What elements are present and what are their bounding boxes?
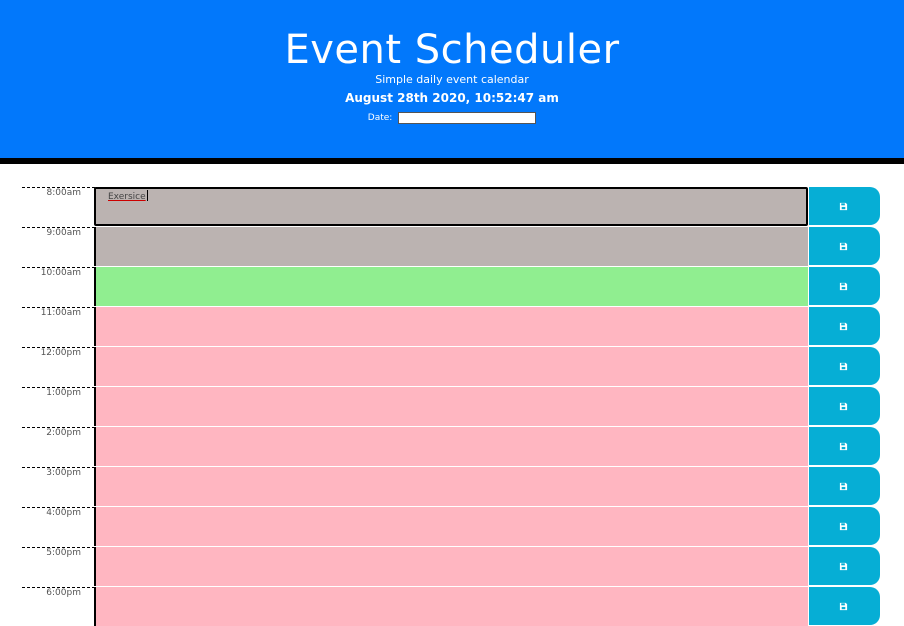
time-block-row: 8:00am Exersice <box>0 186 904 226</box>
event-textarea[interactable] <box>94 267 808 306</box>
hour-label: 9:00am <box>22 227 95 266</box>
time-block-row: 2:00pm <box>0 426 904 466</box>
event-textarea[interactable] <box>94 547 808 586</box>
save-icon <box>839 202 848 211</box>
hour-label: 10:00am <box>22 267 95 306</box>
event-textarea[interactable] <box>94 427 808 466</box>
hour-label: 11:00am <box>22 307 95 346</box>
save-icon <box>839 562 848 571</box>
save-button[interactable] <box>809 187 880 225</box>
save-button[interactable] <box>809 227 880 265</box>
save-icon <box>839 322 848 331</box>
save-button[interactable] <box>809 467 880 505</box>
save-icon <box>839 442 848 451</box>
save-button[interactable] <box>809 387 880 425</box>
save-icon <box>839 242 848 251</box>
time-block-list: 8:00am Exersice 9:00am 10:00am 11:00am 12:00p… <box>0 186 904 626</box>
save-icon <box>839 602 848 611</box>
time-block-row: 11:00am <box>0 306 904 346</box>
event-textarea[interactable] <box>94 467 808 506</box>
event-textarea[interactable] <box>94 227 808 266</box>
save-icon <box>839 522 848 531</box>
hour-label: 1:00pm <box>22 387 95 426</box>
event-textarea[interactable] <box>94 347 808 386</box>
time-block-row: 6:00pm <box>0 586 904 626</box>
event-textarea[interactable] <box>94 307 808 346</box>
current-datetime: August 28th 2020, 10:52:47 am <box>345 91 559 105</box>
save-button[interactable] <box>809 347 880 385</box>
page-title: Event Scheduler <box>284 27 620 73</box>
save-icon <box>839 282 848 291</box>
time-block-row: 12:00pm <box>0 346 904 386</box>
page-header: Event Scheduler Simple daily event calen… <box>0 0 904 164</box>
time-block-row: 3:00pm <box>0 466 904 506</box>
save-button[interactable] <box>809 307 880 345</box>
date-input[interactable] <box>398 112 537 124</box>
save-button[interactable] <box>809 427 880 465</box>
save-button[interactable] <box>809 267 880 305</box>
hour-label: 12:00pm <box>22 347 95 386</box>
save-icon <box>839 362 848 371</box>
time-block-row: 10:00am <box>0 266 904 306</box>
time-block-row: 9:00am <box>0 226 904 266</box>
hour-label: 5:00pm <box>22 547 95 586</box>
page-subtitle: Simple daily event calendar <box>375 73 529 86</box>
time-block-row: 4:00pm <box>0 506 904 546</box>
date-label: Date: <box>367 113 393 123</box>
hour-label: 4:00pm <box>22 507 95 546</box>
save-icon <box>839 402 848 411</box>
hour-label: 6:00pm <box>22 587 95 626</box>
hour-label: 2:00pm <box>22 427 95 466</box>
event-textarea[interactable] <box>94 507 808 546</box>
event-textarea[interactable] <box>94 187 808 226</box>
time-block-row: 5:00pm <box>0 546 904 586</box>
save-button[interactable] <box>809 587 880 625</box>
event-textarea[interactable] <box>94 587 808 626</box>
time-block-row: 1:00pm <box>0 386 904 426</box>
hour-label: 8:00am <box>22 187 95 226</box>
hour-label: 3:00pm <box>22 467 95 506</box>
date-picker-row: Date: <box>0 111 904 126</box>
save-button[interactable] <box>809 547 880 585</box>
save-button[interactable] <box>809 507 880 545</box>
event-textarea[interactable] <box>94 387 808 426</box>
save-icon <box>839 482 848 491</box>
